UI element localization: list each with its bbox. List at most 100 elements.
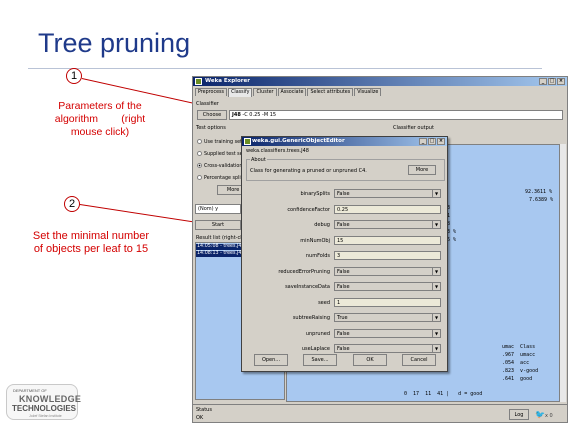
weka-bird-icon: [195, 78, 202, 85]
maximize-icon[interactable]: □: [548, 78, 556, 85]
callout-1-line-1: Parameters of the: [58, 100, 142, 112]
chevron-down-icon[interactable]: ▼: [432, 267, 440, 275]
param-row-unpruned: unpruned False ▼: [242, 328, 447, 339]
close-icon[interactable]: ×: [437, 138, 445, 145]
param-select-reducedErrorPruning[interactable]: False ▼: [334, 266, 441, 276]
minimize-icon[interactable]: _: [539, 78, 547, 85]
open-button[interactable]: Open...: [254, 354, 288, 366]
tab-preprocess[interactable]: Preprocess: [195, 88, 228, 96]
param-row-saveInstanceData: saveInstanceData False ▼: [242, 282, 447, 292]
save-button[interactable]: Save...: [303, 354, 337, 366]
chevron-down-icon[interactable]: ▼: [432, 345, 440, 352]
radio-dot: [197, 151, 202, 156]
status-text: OK: [196, 415, 204, 421]
output-incorrect-pct: 7.6389 %: [529, 197, 554, 203]
dialog-class-path: weka.classifiers.trees.J48: [246, 148, 309, 154]
explorer-title-bar: Weka Explorer _ □ ×: [193, 77, 567, 86]
param-name: confidenceFactor: [287, 206, 330, 213]
chevron-down-icon[interactable]: ▼: [432, 221, 440, 228]
radio-use-training-set[interactable]: Use training set: [197, 139, 242, 145]
weka-status-icon: 🐦x 0: [535, 410, 553, 419]
callout-number-1: 1: [66, 68, 82, 84]
callout-text-2: Set the minimal number of objects per le…: [16, 230, 166, 256]
logo-line-1: DEPARTMENT OF: [13, 388, 47, 393]
choose-button[interactable]: Choose: [197, 110, 227, 120]
param-input-seed[interactable]: 1: [334, 297, 441, 307]
param-value: False: [337, 284, 350, 290]
explorer-tabs: Preprocess Classify Cluster Associate Se…: [195, 88, 382, 97]
param-value: False: [337, 330, 350, 337]
log-button[interactable]: Log: [509, 409, 529, 420]
output-table-header: umac Class: [502, 344, 536, 350]
dialog-title-bar: weka.gui.GenericObjectEditor _ □ ×: [242, 137, 447, 146]
tab-select-attributes[interactable]: Select attributes: [307, 88, 354, 96]
radio-dot-selected: [197, 163, 202, 168]
start-button[interactable]: Start: [195, 220, 241, 230]
close-icon[interactable]: ×: [557, 78, 565, 85]
param-name: debug: [314, 222, 330, 228]
classifier-config-field[interactable]: J48 -C 0.25 -M 15: [229, 110, 563, 120]
param-name: seed: [318, 299, 330, 306]
minimize-icon[interactable]: _: [419, 138, 427, 145]
param-select-debug[interactable]: False ▼: [334, 220, 441, 229]
classifier-section-label: Classifier: [196, 101, 219, 107]
chevron-down-icon[interactable]: ▼: [432, 190, 440, 197]
output-correct-pct: 92.3611 %: [525, 189, 553, 195]
ok-button[interactable]: OK: [353, 354, 387, 366]
weka-bird-icon: [244, 138, 251, 145]
callout-number-2: 2: [64, 196, 80, 212]
chevron-down-icon[interactable]: ▼: [432, 329, 440, 337]
radio-supplied-test-set[interactable]: Supplied test se: [197, 151, 243, 157]
tab-visualize[interactable]: Visualize: [354, 88, 382, 96]
test-options-label: Test options: [196, 125, 226, 131]
tab-classify[interactable]: Classify: [228, 88, 253, 97]
param-value: True: [337, 315, 348, 321]
param-value: 3: [337, 253, 341, 259]
radio-percentage-split[interactable]: Percentage split: [197, 175, 243, 181]
radio-dot: [197, 139, 202, 144]
chevron-down-icon[interactable]: ▼: [432, 314, 440, 321]
param-select-useLaplace[interactable]: False ▼: [334, 344, 441, 353]
generic-object-editor-dialog: weka.gui.GenericObjectEditor _ □ × weka.…: [241, 136, 448, 372]
param-select-unpruned[interactable]: False ▼: [334, 328, 441, 338]
dialog-title: weka.gui.GenericObjectEditor: [252, 138, 345, 144]
param-name: binarySplits: [300, 191, 330, 197]
radio-label: Cross-validation: [204, 164, 243, 169]
param-row-seed: seed 1: [242, 297, 447, 308]
cancel-button[interactable]: Cancel: [402, 354, 436, 366]
maximize-icon[interactable]: □: [428, 138, 436, 145]
logo-line-3: TECHNOLOGIES: [12, 404, 77, 413]
param-input-numFolds[interactable]: 3: [334, 251, 441, 260]
param-value: False: [337, 346, 350, 352]
callout-2-line-1: Set the minimal number: [32, 230, 150, 242]
callout-1-line-3: mouse click): [70, 126, 130, 138]
radio-cross-validation[interactable]: Cross-validation: [197, 163, 242, 169]
output-table-row-1: .967 umacc: [502, 352, 536, 358]
param-select-saveInstanceData[interactable]: False ▼: [334, 282, 441, 291]
more-button[interactable]: More: [408, 165, 436, 175]
output-confusion-row: 0 17 11 41 | d = good: [404, 391, 483, 397]
param-row-numFolds: numFolds 3: [242, 251, 447, 261]
param-name: saveInstanceData: [285, 284, 330, 290]
about-text: Class for generating a pruned or unprune…: [250, 168, 367, 174]
radio-dot: [197, 175, 202, 180]
param-value: 1: [337, 299, 341, 306]
chevron-down-icon[interactable]: ▼: [432, 283, 440, 290]
institute-logo: DEPARTMENT OF KNOWLEDGE TECHNOLOGIES Jož…: [6, 384, 81, 420]
class-attribute-select[interactable]: (Nom) y: [195, 204, 241, 214]
classifier-name: J48: [232, 112, 241, 118]
param-value: 0.25: [337, 206, 349, 213]
param-select-subtreeRaising[interactable]: True ▼: [334, 313, 441, 322]
tab-cluster[interactable]: Cluster: [253, 88, 277, 96]
slide-title: Tree pruning: [38, 28, 191, 58]
logo-line-4: Jožef Stefan Institute: [29, 414, 62, 418]
param-row-confidenceFactor: confidenceFactor 0.25: [242, 204, 447, 215]
param-name: subtreeRaising: [292, 315, 330, 321]
param-select-binarySplits[interactable]: False ▼: [334, 189, 441, 198]
about-label: About: [250, 157, 267, 163]
output-scrollbar[interactable]: [559, 144, 566, 402]
param-input-confidenceFactor[interactable]: 0.25: [334, 204, 441, 214]
param-input-minNumObj[interactable]: 15: [334, 235, 441, 245]
tab-associate[interactable]: Associate: [277, 88, 307, 96]
param-name: unpruned: [305, 330, 330, 337]
